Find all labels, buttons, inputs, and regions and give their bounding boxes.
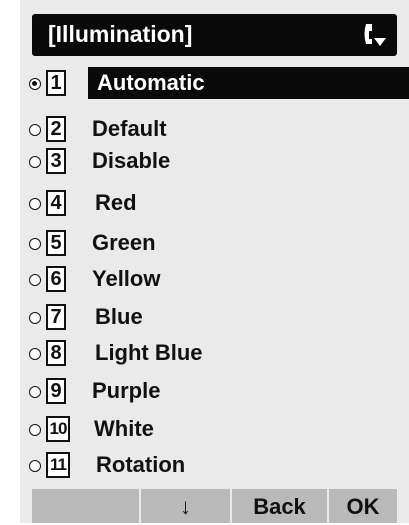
item-label: Automatic: [97, 70, 205, 95]
item-number: 10: [46, 416, 70, 442]
softkey-ok[interactable]: OK: [329, 489, 397, 523]
radio-icon: [29, 386, 41, 398]
radio-icon: [29, 460, 41, 472]
menu-item-red[interactable]: 4 Red: [20, 187, 409, 223]
menu-item-yellow[interactable]: 6 Yellow: [20, 263, 409, 299]
item-number: 1: [46, 70, 66, 96]
handset-down-arrow-icon: [364, 24, 386, 46]
radio-icon: [29, 238, 41, 250]
menu-item-blue[interactable]: 7 Blue: [20, 301, 409, 337]
item-label: Purple: [92, 378, 161, 403]
item-label: Disable: [92, 148, 171, 173]
softkey-1-blank[interactable]: [32, 489, 139, 523]
item-label: Blue: [95, 304, 143, 329]
radio-icon: [29, 274, 41, 286]
radio-icon: [29, 424, 41, 436]
item-number: 3: [46, 148, 66, 174]
item-label: Light Blue: [95, 340, 203, 365]
menu-item-default[interactable]: 2 Default: [20, 113, 409, 149]
menu-item-green[interactable]: 5 Green: [20, 227, 409, 263]
item-number: 9: [46, 378, 66, 404]
item-number: 7: [46, 304, 66, 330]
radio-icon: [29, 156, 41, 168]
item-label: Default: [92, 116, 167, 141]
softkey-down-arrow[interactable]: ↓: [141, 489, 230, 523]
item-label: White: [94, 416, 154, 441]
radio-selected-icon: [29, 78, 41, 90]
radio-icon: [29, 348, 41, 360]
title-bar: [Illumination]: [32, 14, 397, 56]
softkey-back[interactable]: Back: [232, 489, 327, 523]
item-number: 2: [46, 116, 66, 142]
item-label: Yellow: [92, 266, 161, 291]
item-label: Red: [95, 190, 137, 215]
phone-screen: [Illumination] 1 Automatic 2 Default 3 D…: [20, 0, 409, 523]
item-number: 5: [46, 230, 66, 256]
menu-item-white[interactable]: 10 White: [20, 413, 409, 449]
radio-icon: [29, 124, 41, 136]
softkey-bar: ↓ Back OK: [32, 489, 397, 523]
radio-icon: [29, 198, 41, 210]
menu-item-disable[interactable]: 3 Disable: [20, 145, 409, 181]
item-number: 8: [46, 340, 66, 366]
menu-item-automatic[interactable]: 1 Automatic: [20, 67, 409, 103]
menu-item-light-blue[interactable]: 8 Light Blue: [20, 337, 409, 373]
menu-item-purple[interactable]: 9 Purple: [20, 375, 409, 411]
radio-icon: [29, 312, 41, 324]
item-label: Green: [92, 230, 156, 255]
item-label: Rotation: [96, 452, 186, 477]
screen-title: [Illumination]: [48, 21, 193, 47]
item-number: 6: [46, 266, 66, 292]
item-number: 4: [46, 190, 66, 216]
item-number: 11: [46, 452, 70, 478]
menu-item-rotation[interactable]: 11 Rotation: [20, 449, 409, 485]
